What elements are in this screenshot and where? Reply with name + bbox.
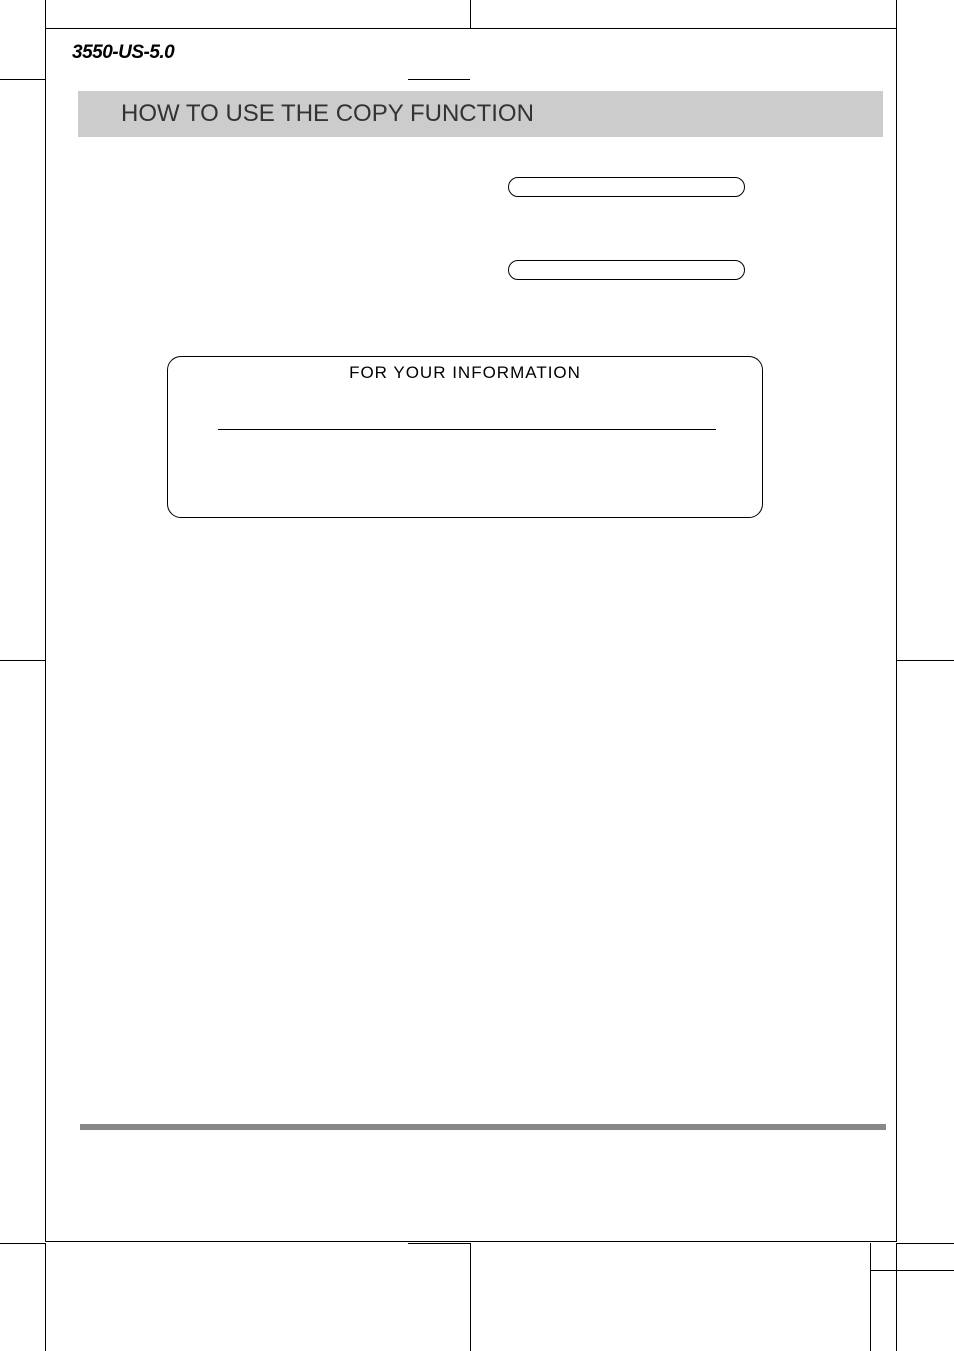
page-frame [45,28,897,1242]
display-box-2 [508,260,745,280]
section-title: HOW TO USE THE COPY FUNCTION [121,100,534,128]
display-box-1 [508,177,745,197]
info-box-title: FOR YOUR INFORMATION [168,357,762,383]
document-id: 3550-US-5.0 [72,42,174,64]
info-box-divider [218,429,716,430]
info-box: FOR YOUR INFORMATION [167,356,763,518]
section-header: HOW TO USE THE COPY FUNCTION [78,91,883,137]
footer-rule [80,1124,886,1130]
